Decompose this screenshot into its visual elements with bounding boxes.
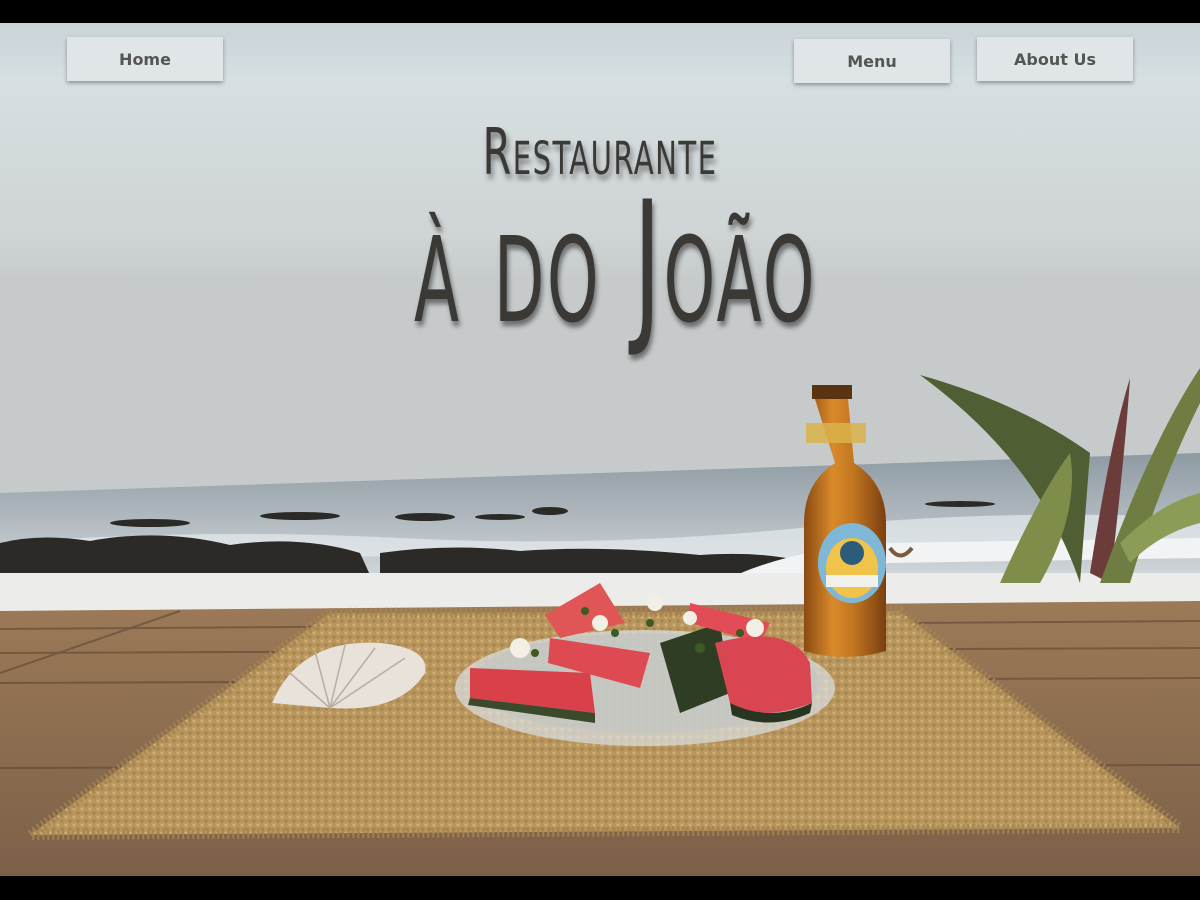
hero-title-line2: à do João: [414, 165, 817, 361]
nav-about-button[interactable]: About Us: [977, 37, 1133, 81]
letterbox-top: [0, 0, 1200, 23]
letterbox-bottom: [0, 876, 1200, 900]
hero-section: Home Menu About Us Restaurante à do João: [0, 23, 1200, 876]
nav-home-button[interactable]: Home: [67, 37, 223, 81]
nav-menu-button[interactable]: Menu: [794, 39, 950, 83]
hero-title: Restaurante à do João: [300, 118, 900, 361]
